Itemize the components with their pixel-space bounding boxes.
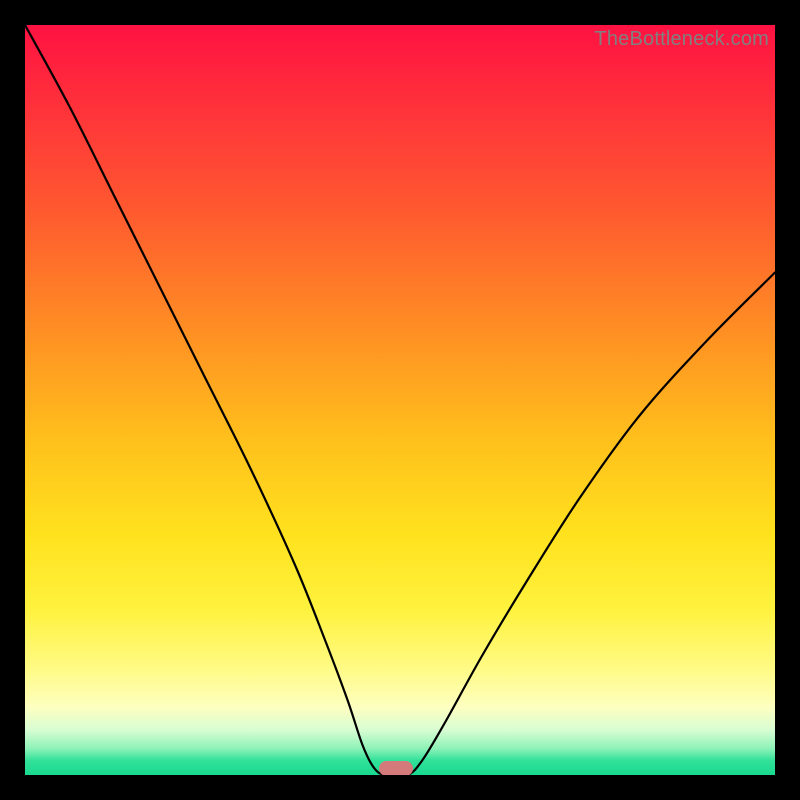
plot-area: TheBottleneck.com [25,25,775,775]
bottleneck-curve [25,25,775,775]
optimum-marker [379,761,413,776]
attribution-label: TheBottleneck.com [594,28,769,51]
bottleneck-curve-path [25,25,775,775]
chart-frame: TheBottleneck.com [0,0,800,800]
